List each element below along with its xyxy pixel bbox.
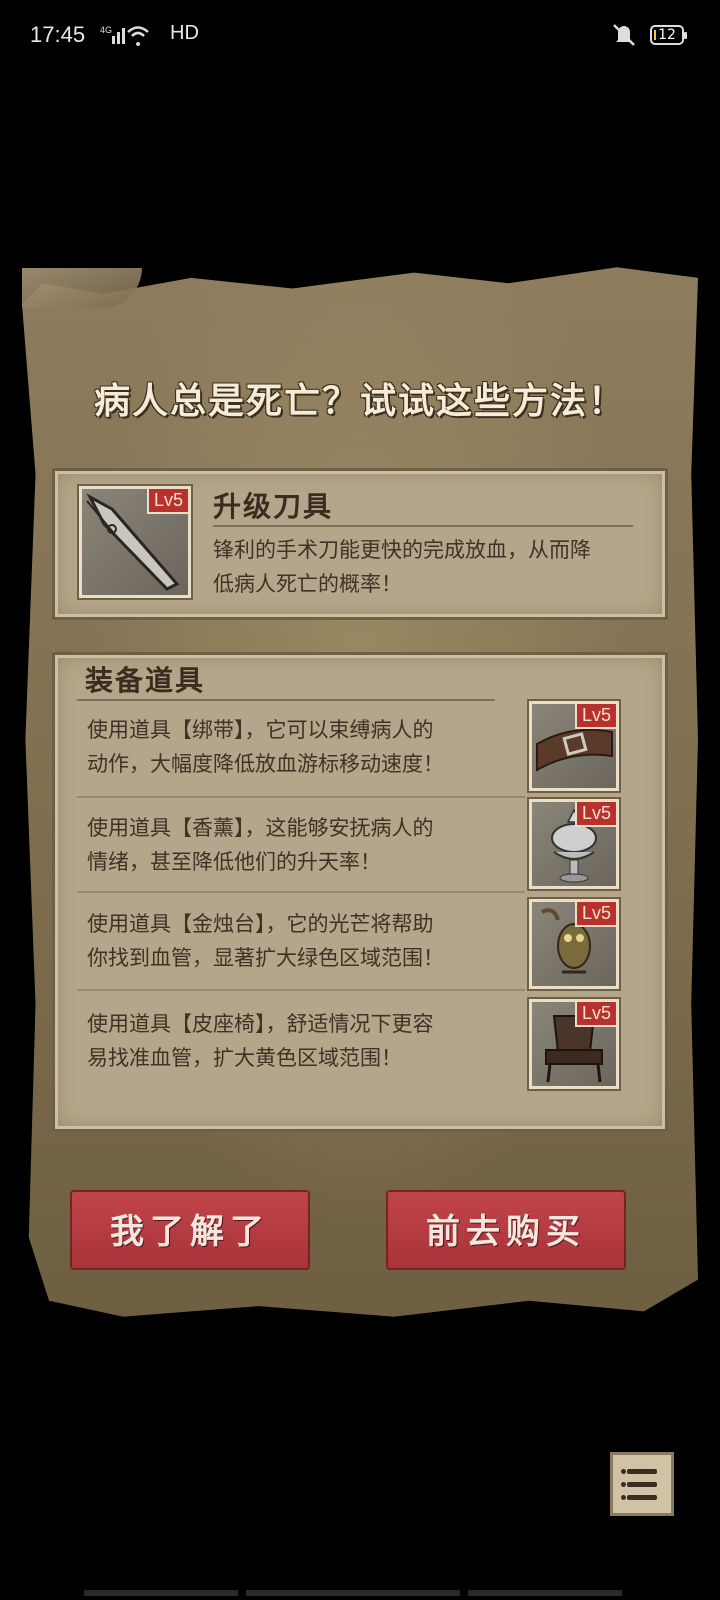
chair-item[interactable]: Lv5: [527, 997, 621, 1091]
scalpel-item[interactable]: Lv5: [77, 484, 193, 600]
svg-text:4G: 4G: [100, 25, 112, 35]
item-desc: 使用道具【金烛台】，它的光芒将帮助: [87, 912, 434, 936]
dialog-title: 病人总是死亡？试试这些方法！: [93, 381, 626, 422]
nav-bar-segment: [84, 1590, 238, 1596]
row-divider: [77, 891, 525, 893]
item-desc: 你找到血管，显著扩大绿色区域范围！: [87, 946, 444, 970]
level-badge: Lv5: [574, 1002, 616, 1027]
acknowledge-button[interactable]: 我了解了: [70, 1190, 310, 1270]
row-divider: [77, 989, 525, 991]
upgrade-desc-1: 锋利的手术刀能更快的完成放血，从而降: [213, 538, 591, 562]
heading-divider: [77, 699, 495, 701]
status-time: 17:45: [30, 22, 86, 47]
item-desc: 情绪，甚至降低他们的升天率！: [87, 850, 381, 874]
item-desc: 动作，大幅度降低放血游标移动速度！: [87, 752, 444, 776]
status-bar: 17:45 4G HD 12: [0, 0, 720, 72]
level-badge: Lv5: [574, 704, 616, 729]
level-badge: Lv5: [146, 489, 188, 514]
bandage-item[interactable]: Lv5: [527, 699, 621, 793]
row-divider: [77, 796, 525, 798]
item-desc: 使用道具【香薰】，这能够安抚病人的: [87, 816, 434, 840]
heading-divider: [213, 525, 633, 527]
upgrade-panel: Lv5 升级刀具 锋利的手术刀能更快的完成放血，从而降 低病人死亡的概率！: [52, 468, 668, 620]
go-buy-button[interactable]: 前去购买: [386, 1190, 626, 1270]
nav-bar-segment: [246, 1590, 460, 1596]
candlestick-item[interactable]: Lv5: [527, 897, 621, 991]
level-badge: Lv5: [574, 802, 616, 827]
nav-bar-segment: [468, 1590, 622, 1596]
signal-icon: 4G: [100, 24, 166, 50]
menu-button[interactable]: [610, 1452, 674, 1516]
equipment-heading: 装备道具: [85, 664, 206, 697]
item-desc: 使用道具【皮座椅】，舒适情况下更容: [87, 1012, 434, 1036]
battery-indicator: 12: [650, 25, 687, 45]
item-desc: 易找准血管，扩大黄色区域范围！: [87, 1046, 402, 1070]
item-desc: 使用道具【绑带】，它可以束缚病人的: [87, 718, 434, 742]
upgrade-desc-2: 低病人死亡的概率！: [213, 572, 402, 596]
equipment-panel: 装备道具 使用道具【绑带】，它可以束缚病人的 动作，大幅度降低放血游标移动速度！…: [52, 652, 668, 1132]
upgrade-heading: 升级刀具: [213, 490, 334, 523]
level-badge: Lv5: [574, 902, 616, 927]
network-label: HD: [170, 22, 199, 44]
incense-item[interactable]: Lv5: [527, 797, 621, 891]
mute-icon: [610, 22, 638, 52]
